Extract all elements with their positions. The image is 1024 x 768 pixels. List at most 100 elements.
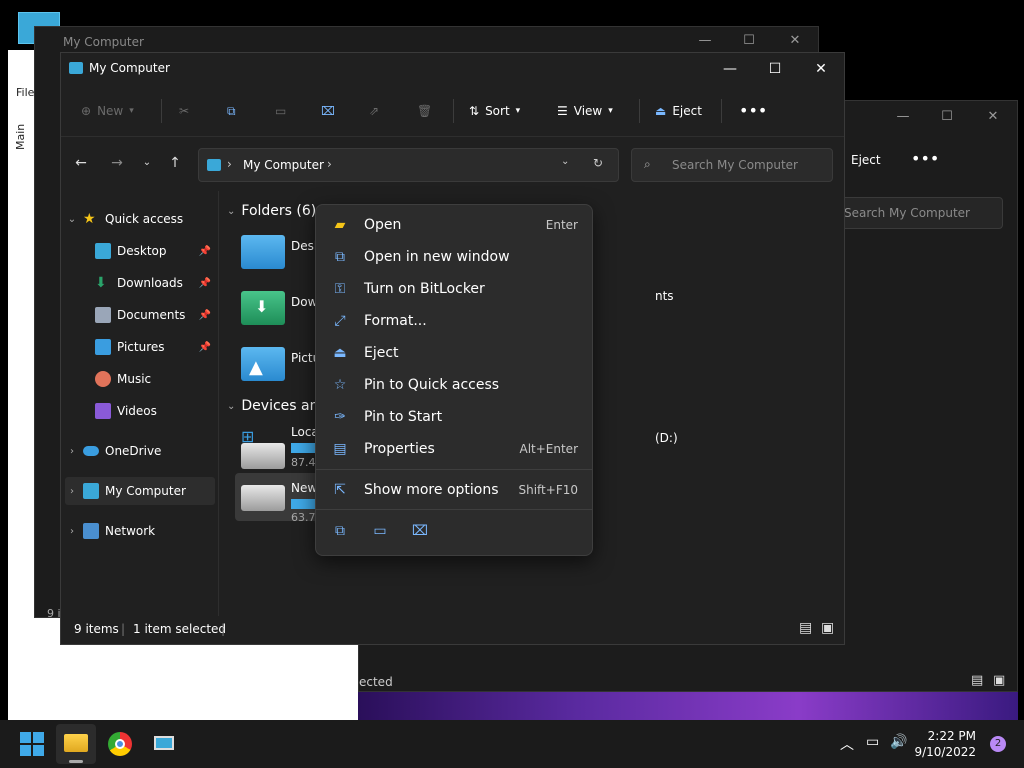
address-dropdown-icon[interactable]: ⌄ <box>561 156 569 167</box>
chrome-icon[interactable] <box>108 732 132 756</box>
paste-icon[interactable]: ▭ <box>370 523 390 539</box>
bg2-minimize-icon[interactable]: — <box>893 109 913 124</box>
bg-close-icon[interactable]: ✕ <box>785 33 805 48</box>
menu-item-open[interactable]: ▰ Open Enter <box>320 209 590 241</box>
address-bar[interactable]: › My Computer › ⌄ ↻ <box>198 148 619 182</box>
nav-label: Music <box>117 372 152 386</box>
nav-network[interactable]: › Network <box>65 517 213 545</box>
clock[interactable]: 2:22 PM 9/10/2022 <box>914 728 976 760</box>
menu-item-pin-quick-access[interactable]: ☆ Pin to Quick access <box>320 369 590 401</box>
pictures-folder-icon[interactable]: ▲ <box>241 347 285 381</box>
breadcrumb-my-computer[interactable]: My Computer <box>243 158 324 172</box>
devices-group-header[interactable]: ⌄ Devices and <box>227 398 327 414</box>
downloads-folder-icon[interactable]: ⬇ <box>241 291 285 325</box>
pin-icon: 📌 <box>198 277 211 289</box>
remote-desktop-icon[interactable] <box>152 732 176 756</box>
delete-button[interactable]: 🗑 <box>417 99 432 123</box>
bg-file-menu[interactable]: File <box>16 86 34 99</box>
folder-label-downloads[interactable]: Dow <box>291 295 317 309</box>
bg2-close-icon[interactable]: ✕ <box>983 109 1003 124</box>
menu-item-show-more[interactable]: ⇱ Show more options Shift+F10 <box>320 474 590 506</box>
bg2-status: ected <box>359 675 393 689</box>
bg2-tiles-view-icon[interactable]: ▣ <box>993 673 1005 688</box>
notification-badge[interactable]: 2 <box>990 736 1006 752</box>
trash-icon: 🗑 <box>417 104 433 118</box>
menu-item-label: Format... <box>364 313 427 329</box>
folder-label-partial[interactable]: nts <box>655 289 674 303</box>
menu-item-format[interactable]: ⤢ Format... <box>320 305 590 337</box>
search-box[interactable]: ⌕ Search My Computer <box>631 148 833 182</box>
nav-quick-access[interactable]: ⌄ ★ Quick access <box>65 205 213 233</box>
nav-label: Documents <box>117 308 186 322</box>
menu-item-open-new-window[interactable]: ⧉ Open in new window <box>320 241 590 273</box>
breadcrumb-chevron-icon[interactable]: › <box>327 157 332 171</box>
search-icon: ⌕ <box>644 157 651 171</box>
menu-shortcut: Alt+Enter <box>519 442 578 456</box>
more-button[interactable]: ••• <box>739 99 767 123</box>
status-separator: | <box>121 622 126 636</box>
close-button[interactable]: ✕ <box>806 57 836 81</box>
cut-button[interactable]: ✂ <box>179 99 189 123</box>
refresh-icon[interactable]: ↻ <box>593 156 603 170</box>
drive-name-new[interactable]: New <box>291 481 317 495</box>
chevron-right-icon[interactable]: › <box>65 526 79 537</box>
title-bar[interactable]: My Computer — ☐ ✕ <box>61 53 844 85</box>
bg2-details-view-icon[interactable]: ▤ <box>971 673 983 688</box>
rename-icon[interactable]: ⌧ <box>410 523 430 539</box>
pin-icon: 📌 <box>198 341 211 353</box>
folders-group-header[interactable]: ⌄ Folders (6) <box>227 203 316 219</box>
nav-item-music[interactable]: Music <box>87 365 215 393</box>
bg2-maximize-icon[interactable]: ☐ <box>937 109 957 124</box>
eject-button[interactable]: ⏏ Eject <box>655 99 702 123</box>
menu-item-properties[interactable]: ▤ Properties Alt+Enter <box>320 433 590 465</box>
chevron-right-icon[interactable]: › <box>65 486 79 497</box>
bg2-more-icon[interactable]: ••• <box>911 149 939 168</box>
menu-item-bitlocker[interactable]: ⚿ Turn on BitLocker <box>320 273 590 305</box>
menu-item-pin-start[interactable]: ✑ Pin to Start <box>320 401 590 433</box>
rename-button[interactable]: ⌧ <box>321 99 335 123</box>
start-button[interactable] <box>20 732 44 756</box>
chevron-right-icon[interactable]: › <box>65 446 79 457</box>
new-button[interactable]: ⊕ New ▾ <box>81 99 134 123</box>
paste-button[interactable]: ▭ <box>275 99 286 123</box>
drive-label-partial[interactable]: (D:) <box>655 431 678 445</box>
up-button[interactable]: ↑ <box>165 155 185 171</box>
view-button[interactable]: ☰ View ▾ <box>557 99 613 123</box>
star-icon: ★ <box>83 211 96 227</box>
chevron-down-icon[interactable]: ⌄ <box>65 214 79 225</box>
breadcrumb-chevron-icon: › <box>227 157 232 171</box>
copy-button[interactable]: ⧉ <box>227 99 236 123</box>
volume-icon[interactable]: 🔊 <box>890 734 907 750</box>
eject-label: Eject <box>672 104 702 118</box>
nav-item-videos[interactable]: Videos <box>87 397 215 425</box>
nav-item-downloads[interactable]: ⬇ Downloads 📌 <box>87 269 215 297</box>
minimize-button[interactable]: — <box>715 57 745 81</box>
computer-icon <box>69 62 83 74</box>
file-explorer-taskbar-button[interactable] <box>56 724 96 764</box>
nav-item-desktop[interactable]: Desktop 📌 <box>87 237 215 265</box>
sort-button[interactable]: ⇅ Sort ▾ <box>469 99 520 123</box>
bg-maximize-icon[interactable]: ☐ <box>739 33 759 48</box>
menu-item-eject[interactable]: ⏏ Eject <box>320 337 590 369</box>
nav-item-pictures[interactable]: Pictures 📌 <box>87 333 215 361</box>
copy-icon[interactable]: ⧉ <box>330 523 350 539</box>
bg2-eject-button[interactable]: Eject <box>851 153 881 167</box>
chevron-up-icon[interactable]: ︿ <box>840 734 854 754</box>
toolbar-separator <box>639 99 640 123</box>
nav-item-documents[interactable]: Documents 📌 <box>87 301 215 329</box>
bg2-search-box[interactable]: Search My Computer <box>837 197 1003 229</box>
nav-onedrive[interactable]: › OneDrive <box>65 437 213 465</box>
desktop-folder-icon[interactable] <box>241 235 285 269</box>
back-button[interactable]: ← <box>71 155 91 171</box>
chevron-down-icon: ▾ <box>515 106 521 116</box>
recent-locations-button[interactable]: ⌄ <box>137 157 157 168</box>
maximize-button[interactable]: ☐ <box>760 57 790 81</box>
nav-my-computer[interactable]: › My Computer <box>65 477 215 505</box>
network-icon[interactable]: ▭ <box>866 734 879 750</box>
share-button[interactable]: ⇗ <box>369 99 379 123</box>
drive-size-new: 63.7 <box>291 511 316 524</box>
tiles-view-icon[interactable]: ▣ <box>821 620 834 636</box>
details-view-icon[interactable]: ▤ <box>799 620 812 636</box>
forward-button[interactable]: → <box>107 155 127 171</box>
bg-minimize-icon[interactable]: — <box>695 33 715 48</box>
